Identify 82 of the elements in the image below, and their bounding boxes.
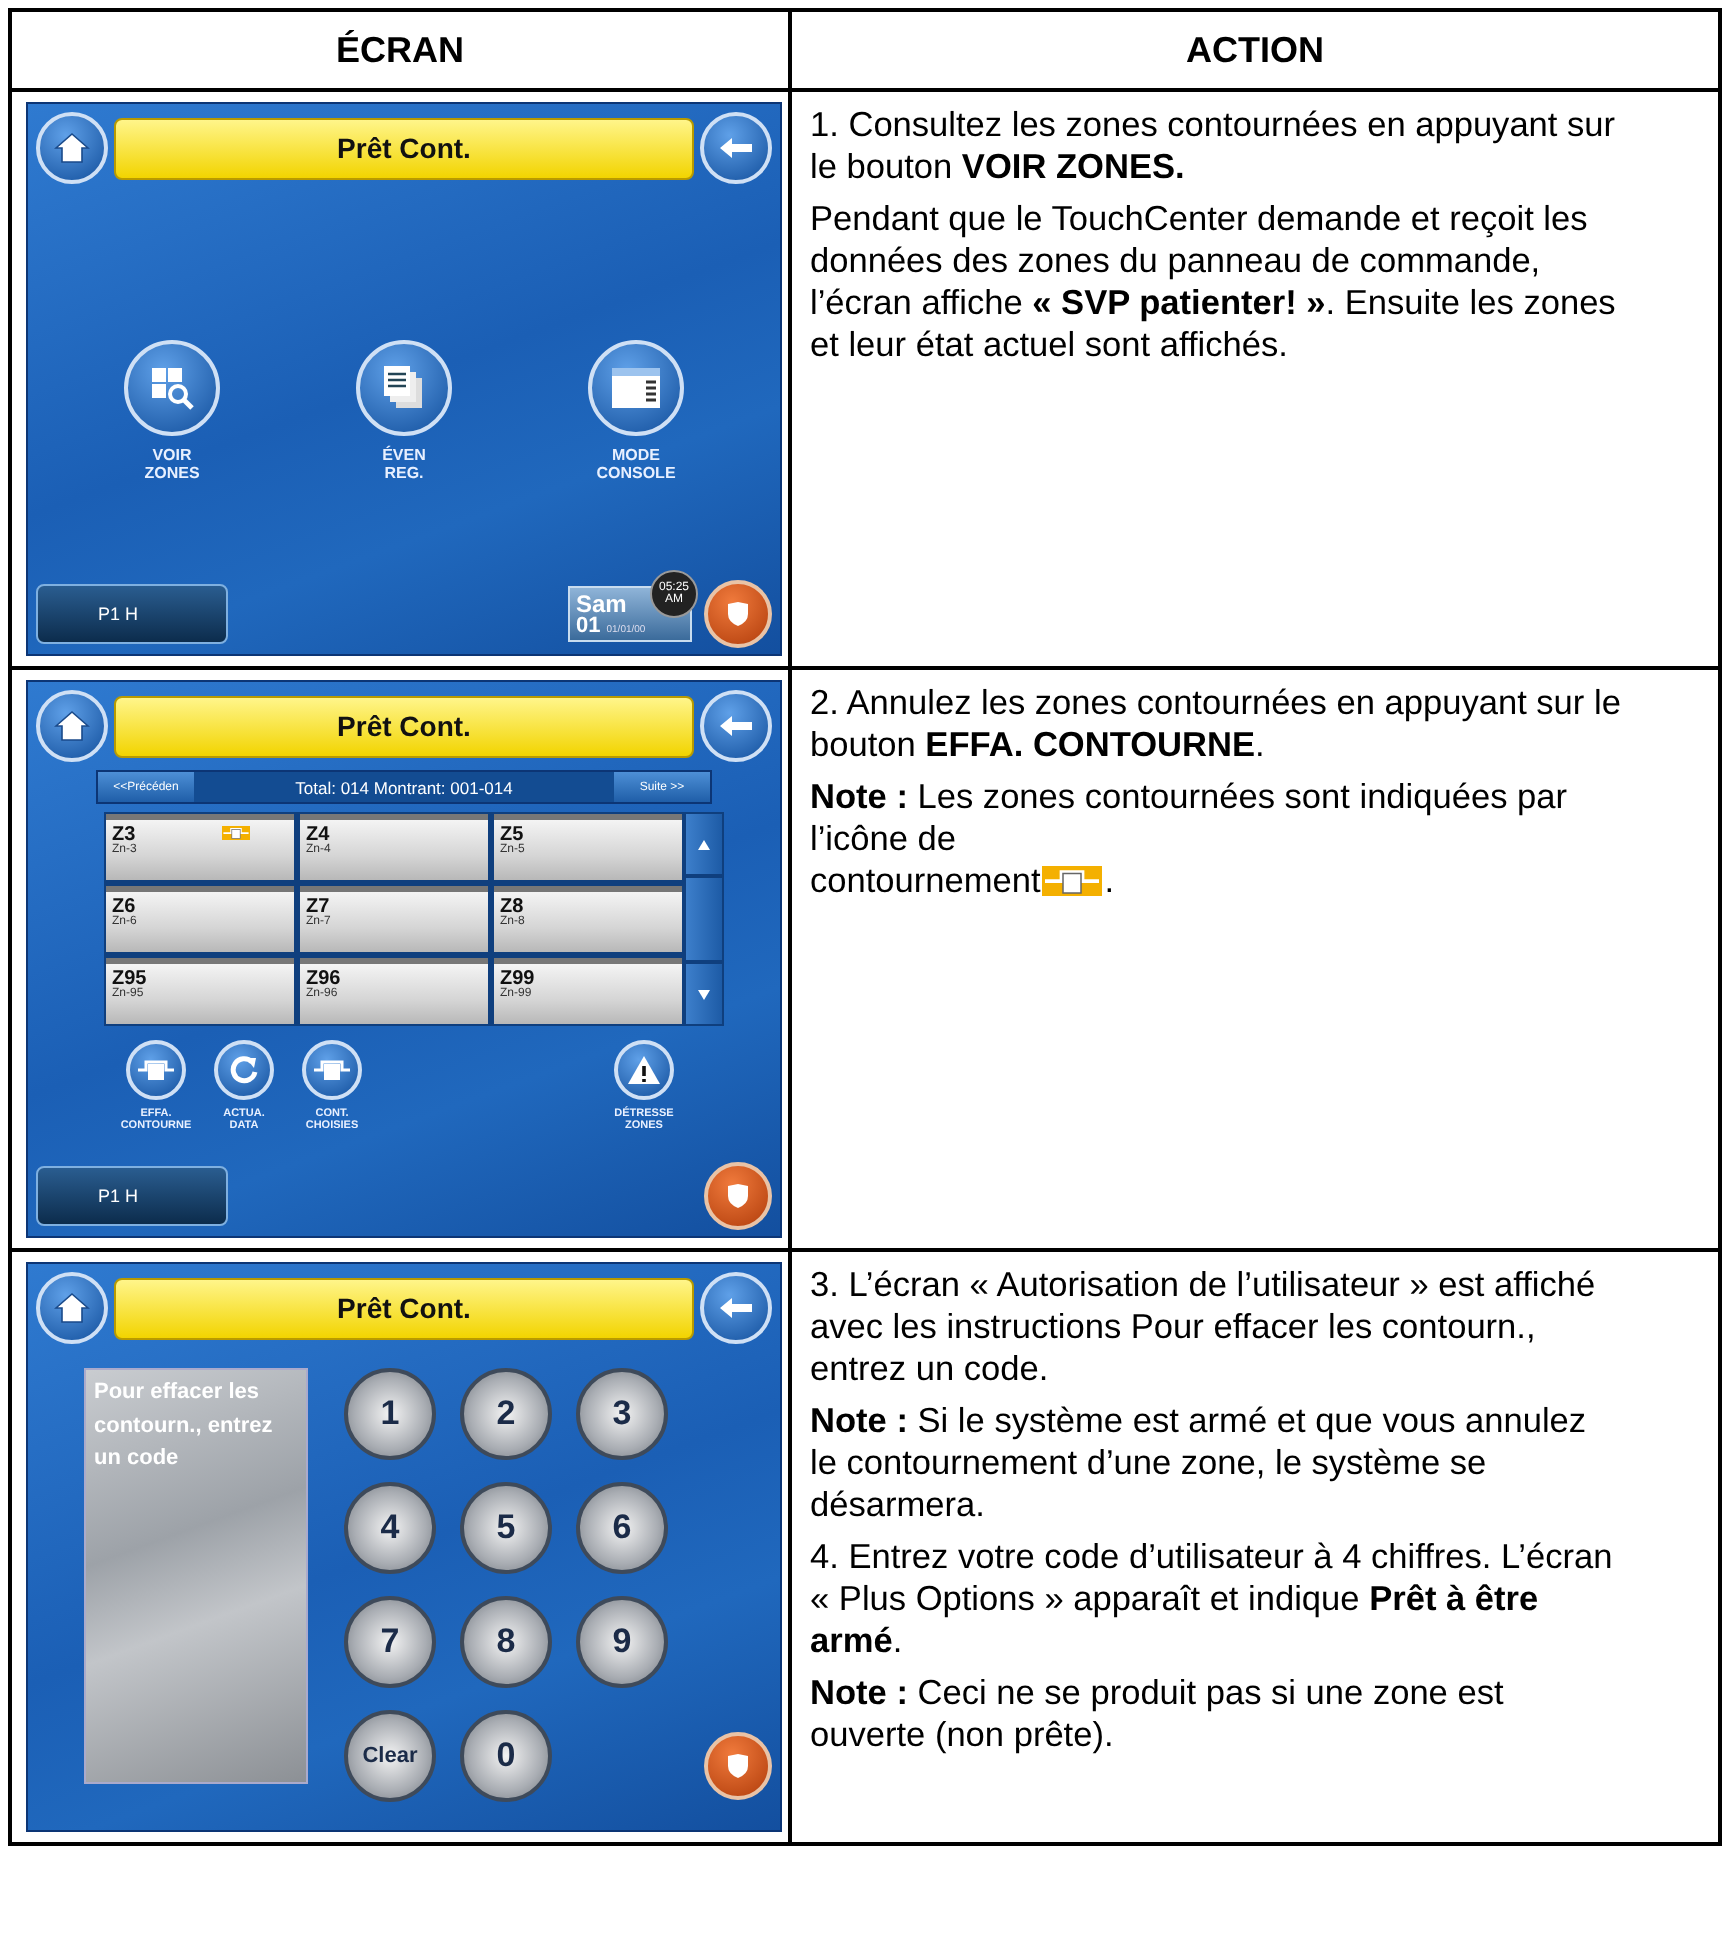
zone-id: Z3 [112,826,138,844]
keypad-key[interactable]: 4 [344,1482,436,1574]
keypad-key[interactable]: 3 [576,1368,668,1460]
zone-id: Z5 [500,826,526,844]
back-button[interactable] [700,1272,772,1344]
action-button[interactable] [614,1040,674,1100]
button-label: MODE CONSOLE [596,448,676,484]
column-header: ÉCRAN [12,12,792,92]
instruction-text: 3. L’écran « Autorisation de l’utilisateur » est affiché avec les instructions Pour effacer les contourn., entrez un code. [810,1264,1598,1390]
instruction-text: 2. Annulez les zones contournées en appuyant sur le bouton EFFA. CONTOURNE. [810,682,1622,766]
menu-button[interactable] [124,340,220,437]
column-header: ACTION [792,12,1718,92]
status-title: Prêt Cont. [114,1277,694,1339]
warning-icon [626,1054,662,1086]
status-title: Prêt Cont. [114,695,694,757]
day-number: 01 [576,615,601,637]
home-icon [54,710,90,742]
zone-id: Z96 [306,970,343,988]
console-window-icon [610,366,662,411]
button-label: VOIR ZONES [144,448,200,484]
instruction-text: 1. Consultez les zones contournées en appuyant sur le bouton VOIR ZONES. [810,104,1618,188]
back-button[interactable] [700,112,772,184]
back-button[interactable] [700,690,772,762]
home-icon [54,1292,90,1324]
menu-button[interactable] [356,340,452,437]
back-arrow-icon [718,1296,754,1320]
bypass-icon [1040,866,1105,896]
home-button[interactable] [36,112,108,184]
action-button[interactable] [126,1040,186,1100]
partition-button[interactable]: P1 H [36,1166,228,1226]
back-arrow-icon [718,136,754,160]
bypass-icon [138,1058,174,1082]
emergency-button[interactable] [704,1162,772,1230]
action-button[interactable] [214,1040,274,1100]
scroll-up-button[interactable] [686,814,722,874]
prompt-panel: Pour effacer les contourn., entrez un code [84,1368,308,1784]
status-title: Prêt Cont. [114,117,694,179]
keypad-key[interactable]: 9 [576,1596,668,1688]
shield-icon [724,1182,752,1210]
emergency-button[interactable] [704,1732,772,1800]
day-text: Sam [576,591,627,615]
shield-icon [724,1752,752,1780]
instruction-text: Pendant que le TouchCenter demande et reçoit les données des zones du panneau de commande, l’écran affiche « SVP patienter! ». Ensuite les zones et leur état actuel sont affichés. [810,198,1618,366]
up-arrow-icon [698,839,710,849]
zone-id: Z4 [306,826,330,844]
instruction-text: 4. Entrez votre code d’utilisateur à 4 chiffres. L’écran « Plus Options » apparaît et indique Prêt à être armé. [810,1536,1615,1662]
shield-icon [724,600,752,628]
button-label: ÉVEN REG. [382,448,426,484]
period-text: . [1104,860,1115,902]
instruction-text: Note : Si le système est armé et que vous annulez le contournement d’une zone, le système se désarmera. [810,1400,1589,1526]
keypad-key[interactable]: 5 [460,1482,552,1574]
instruction-text: Note : Ceci ne se produit pas si une zone est ouverte (non prête). [810,1672,1506,1756]
home-button[interactable] [36,690,108,762]
documents-icon [380,364,428,413]
menu-button[interactable] [588,340,684,437]
emergency-button[interactable] [704,580,772,648]
action-button[interactable] [302,1040,362,1100]
zone-id: Z6 [112,898,138,916]
zones-search-icon [148,364,196,413]
instruction-text: contournement [810,860,1041,902]
keypad-key[interactable]: 8 [460,1596,552,1688]
keypad-key[interactable]: 1 [344,1368,436,1460]
back-arrow-icon [718,714,754,738]
scroll-thumb[interactable] [686,878,722,960]
zone-id: Z95 [112,970,149,988]
home-icon [54,132,90,164]
zone-id: Z7 [306,898,332,916]
keypad-key[interactable]: 0 [460,1710,552,1802]
home-button[interactable] [36,1272,108,1344]
keypad-key[interactable]: 7 [344,1596,436,1688]
partition-button[interactable]: P1 H [36,584,228,644]
zone-id: Z99 [500,970,537,988]
zone-summary: Total: 014 Montrant: 001-014 [293,777,515,797]
scroll-down-button[interactable] [686,964,722,1024]
bypass-icon [314,1058,350,1082]
zone-id: Z8 [500,898,526,916]
down-arrow-icon [698,989,710,999]
keypad-key[interactable]: 2 [460,1368,552,1460]
refresh-icon [228,1054,260,1086]
bypass-icon [220,826,252,840]
keypad-key[interactable]: Clear [344,1710,436,1802]
keypad-key[interactable]: 6 [576,1482,668,1574]
